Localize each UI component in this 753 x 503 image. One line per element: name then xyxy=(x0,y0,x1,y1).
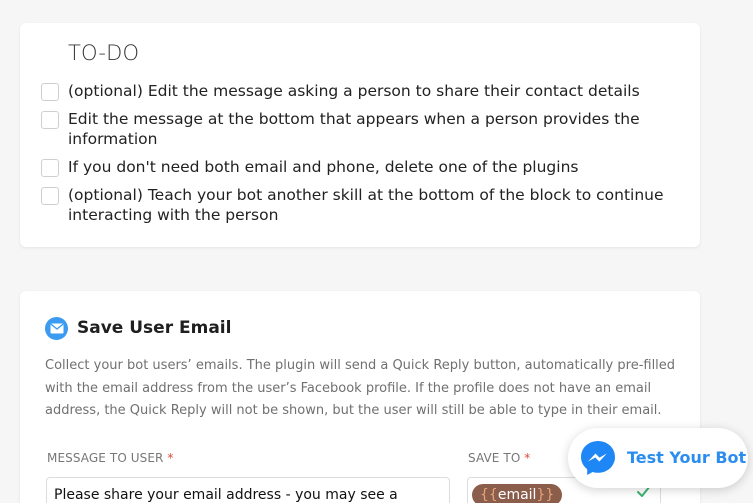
message-to-user-input[interactable]: Please share your email address - you ma… xyxy=(46,477,450,503)
todo-checkbox[interactable] xyxy=(41,111,59,129)
todo-card: TO-DO (optional) Edit the message asking… xyxy=(20,23,700,247)
todo-item-text: (optional) Edit the message asking a per… xyxy=(68,82,640,100)
brace-close: }} xyxy=(536,487,555,503)
todo-item: Edit the message at the bottom that appe… xyxy=(41,109,681,149)
variable-tag[interactable]: {{email}} xyxy=(472,484,563,503)
save-to-label: SAVE TO * xyxy=(468,451,530,465)
todo-list: (optional) Edit the message asking a per… xyxy=(41,79,681,225)
saveto-label-text: SAVE TO xyxy=(468,451,521,465)
todo-item: (optional) Teach your bot another skill … xyxy=(41,185,681,225)
message-label-text: MESSAGE TO USER xyxy=(47,451,164,465)
todo-checkbox[interactable] xyxy=(41,187,59,205)
todo-title: TO-DO xyxy=(68,41,140,65)
todo-item-text: Edit the message at the bottom that appe… xyxy=(68,110,640,148)
todo-checkbox[interactable] xyxy=(41,159,59,177)
plugin-title: Save User Email xyxy=(77,318,232,338)
required-mark: * xyxy=(524,451,531,465)
messenger-icon xyxy=(578,438,618,478)
variable-name: email xyxy=(497,487,537,503)
required-mark: * xyxy=(167,451,174,465)
test-your-bot-button[interactable]: Test Your Bot xyxy=(568,428,748,488)
envelope-icon xyxy=(45,317,68,340)
todo-item: (optional) Edit the message asking a per… xyxy=(41,81,681,101)
plugin-description: Collect your bot users’ emails. The plug… xyxy=(45,358,676,418)
todo-checkbox[interactable] xyxy=(41,83,59,101)
message-to-user-label: MESSAGE TO USER * xyxy=(47,451,174,465)
test-bot-label: Test Your Bot xyxy=(627,448,747,467)
todo-item-text: If you don't need both email and phone, … xyxy=(68,158,579,176)
todo-item-text: (optional) Teach your bot another skill … xyxy=(68,186,664,224)
brace-open: {{ xyxy=(480,487,498,503)
todo-item: If you don't need both email and phone, … xyxy=(41,157,681,177)
